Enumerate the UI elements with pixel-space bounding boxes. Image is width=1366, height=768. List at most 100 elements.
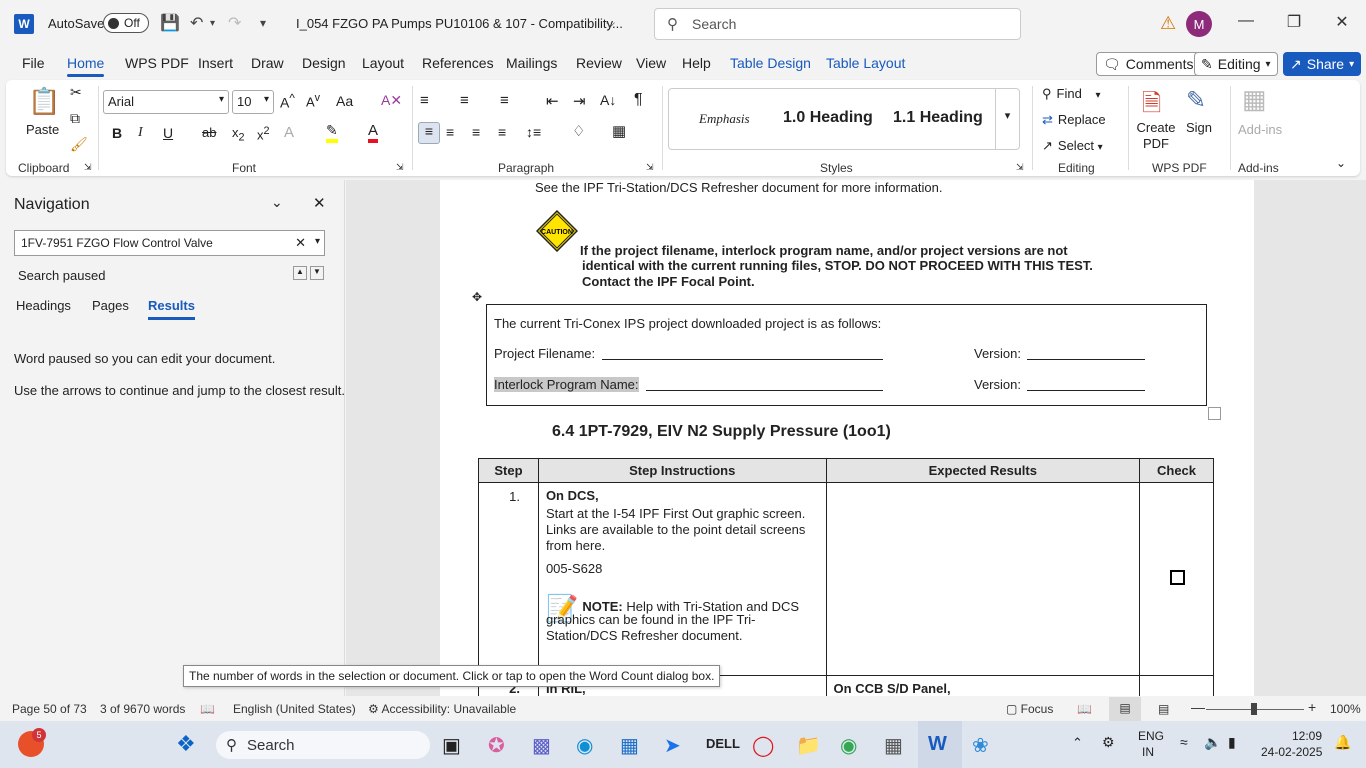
- format-painter-icon[interactable]: 🖌: [70, 136, 88, 153]
- store-icon[interactable]: ▦: [620, 733, 639, 758]
- zoom-slider-thumb[interactable]: [1251, 703, 1257, 715]
- align-right-icon[interactable]: ≡: [472, 124, 480, 140]
- task-view-icon[interactable]: ▣: [442, 733, 461, 758]
- clear-search-icon[interactable]: ✕: [295, 235, 306, 251]
- table-move-handle-icon[interactable]: ✥: [472, 290, 482, 304]
- proofing-icon[interactable]: 📖: [200, 702, 215, 716]
- save-icon[interactable]: 💾: [160, 13, 180, 33]
- strikethrough-icon[interactable]: ab: [202, 125, 216, 140]
- tab-design[interactable]: Design: [302, 55, 346, 71]
- tab-results[interactable]: Results: [148, 298, 195, 320]
- customize-toolbar-icon[interactable]: ▾: [260, 16, 266, 30]
- tab-references[interactable]: References: [422, 55, 494, 71]
- cut-icon[interactable]: ✂: [70, 84, 82, 101]
- tab-insert[interactable]: Insert: [198, 55, 233, 71]
- sort-icon[interactable]: A↓: [600, 92, 616, 108]
- tab-wps-pdf[interactable]: WPS PDF: [125, 55, 189, 71]
- mail-icon[interactable]: ➤: [664, 733, 681, 758]
- page-count[interactable]: Page 50 of 73: [12, 702, 87, 716]
- focus-button[interactable]: ▢ Focus: [1006, 702, 1053, 716]
- lang-bottom[interactable]: IN: [1142, 745, 1154, 759]
- clock-time[interactable]: 12:09: [1292, 729, 1322, 743]
- tab-help[interactable]: Help: [682, 55, 711, 71]
- paragraph-launcher-icon[interactable]: ⇲: [646, 162, 654, 173]
- tab-mailings[interactable]: Mailings: [506, 55, 557, 71]
- tab-view[interactable]: View: [636, 55, 666, 71]
- borders-icon[interactable]: ▦: [612, 122, 626, 140]
- notifications-icon[interactable]: 🔔: [1334, 734, 1351, 751]
- redo-icon[interactable]: ↷: [228, 13, 241, 33]
- dell-icon[interactable]: DELL: [706, 736, 740, 751]
- restore-icon[interactable]: ❐: [1279, 12, 1309, 32]
- editing-mode-button[interactable]: ✎ Editing ▾: [1194, 52, 1278, 76]
- line-spacing-icon[interactable]: ↕≡: [526, 124, 541, 140]
- create-pdf-button[interactable]: Create PDF: [1136, 120, 1176, 152]
- show-formatting-icon[interactable]: ¶: [634, 91, 643, 109]
- document-title[interactable]: I_054 FZGO PA Pumps PU10106 & 107 - Comp…: [296, 16, 623, 31]
- paste-button[interactable]: Paste: [26, 122, 59, 137]
- taskbar-search[interactable]: ⚲ Search: [216, 731, 430, 759]
- tray-chevron-icon[interactable]: ⌃: [1072, 735, 1083, 751]
- add-ins-icon[interactable]: ▦: [1242, 84, 1267, 115]
- expected-results-cell[interactable]: [825, 482, 1141, 676]
- align-center-icon[interactable]: ≡: [446, 124, 454, 140]
- zoom-out-icon[interactable]: —: [1191, 699, 1205, 715]
- superscript-icon[interactable]: x2: [257, 125, 270, 142]
- accessibility-status[interactable]: ⚙ Accessibility: Unavailable: [368, 702, 516, 716]
- numbering-icon[interactable]: ≡: [460, 92, 469, 109]
- collapse-ribbon-icon[interactable]: ⌄: [1336, 156, 1346, 170]
- lang-top[interactable]: ENG: [1138, 729, 1164, 743]
- avatar[interactable]: M: [1186, 11, 1212, 37]
- web-layout-icon[interactable]: ▤: [1158, 702, 1169, 716]
- undo-dropdown-icon[interactable]: ▾: [210, 18, 215, 29]
- autosave-toggle[interactable]: Off: [103, 13, 149, 33]
- previous-result-icon[interactable]: ▲: [293, 266, 307, 280]
- next-result-icon[interactable]: ▼: [310, 266, 324, 280]
- volume-icon[interactable]: 🔈: [1204, 734, 1221, 751]
- shading-icon[interactable]: ♢: [572, 122, 585, 140]
- file-explorer-icon[interactable]: 📁: [796, 733, 821, 758]
- warning-icon[interactable]: ⚠: [1160, 13, 1176, 34]
- style-heading-1-1[interactable]: 1.1 Heading: [893, 109, 983, 127]
- expected-results-cell[interactable]: On CCB S/D Panel,: [825, 675, 1141, 696]
- start-icon[interactable]: ❖: [176, 731, 196, 757]
- tab-headings[interactable]: Headings: [16, 298, 71, 313]
- document-page[interactable]: See the IPF Tri-Station/DCS Refresher do…: [440, 180, 1254, 696]
- italic-icon[interactable]: I: [138, 125, 143, 141]
- chrome-icon[interactable]: ◉: [840, 733, 857, 758]
- underline-icon[interactable]: U: [163, 125, 173, 141]
- multilevel-list-icon[interactable]: ≡: [500, 92, 509, 109]
- nav-options-chevron-icon[interactable]: ⌄: [271, 194, 283, 211]
- undo-icon[interactable]: ↶: [190, 13, 203, 33]
- styles-launcher-icon[interactable]: ⇲: [1016, 162, 1024, 173]
- justify-icon[interactable]: ≡: [498, 124, 506, 140]
- clock-date[interactable]: 24-02-2025: [1261, 745, 1322, 759]
- check-box[interactable]: [1170, 570, 1185, 585]
- find-button[interactable]: ⚲ Find ▾: [1042, 86, 1100, 102]
- language-status[interactable]: English (United States): [233, 702, 356, 716]
- clear-formatting-icon[interactable]: A✕: [381, 92, 402, 109]
- tab-pages[interactable]: Pages: [92, 298, 129, 313]
- zoom-level[interactable]: 100%: [1330, 702, 1361, 716]
- share-button[interactable]: ↗ Share ▾: [1283, 52, 1362, 76]
- step-instructions-cell[interactable]: On DCS, Start at the I-54 IPF First Out …: [537, 482, 827, 676]
- grow-font-icon[interactable]: A^: [280, 92, 295, 111]
- replace-button[interactable]: ⇄ Replace: [1042, 112, 1106, 128]
- font-size-select[interactable]: 10 ▾: [232, 90, 274, 114]
- add-ins-button[interactable]: Add-ins: [1238, 122, 1282, 137]
- search-options-chevron-icon[interactable]: ▾: [315, 236, 320, 247]
- battery-icon[interactable]: ▮: [1228, 734, 1236, 751]
- tab-layout[interactable]: Layout: [362, 55, 404, 71]
- paste-icon[interactable]: 📋: [28, 86, 60, 117]
- bullets-icon[interactable]: ≡: [420, 92, 429, 109]
- font-launcher-icon[interactable]: ⇲: [396, 162, 404, 173]
- style-emphasis[interactable]: Emphasis: [699, 111, 750, 127]
- change-case-button[interactable]: Aa: [336, 93, 353, 109]
- copy-icon[interactable]: ⧉: [70, 110, 80, 127]
- clipboard-launcher-icon[interactable]: ⇲: [84, 162, 92, 173]
- network-settings-icon[interactable]: ⚙: [1102, 734, 1115, 751]
- read-mode-icon[interactable]: 📖: [1077, 702, 1092, 716]
- tab-table-design[interactable]: Table Design: [730, 55, 811, 71]
- minimize-icon[interactable]: —: [1231, 12, 1261, 30]
- tab-table-layout[interactable]: Table Layout: [826, 55, 905, 71]
